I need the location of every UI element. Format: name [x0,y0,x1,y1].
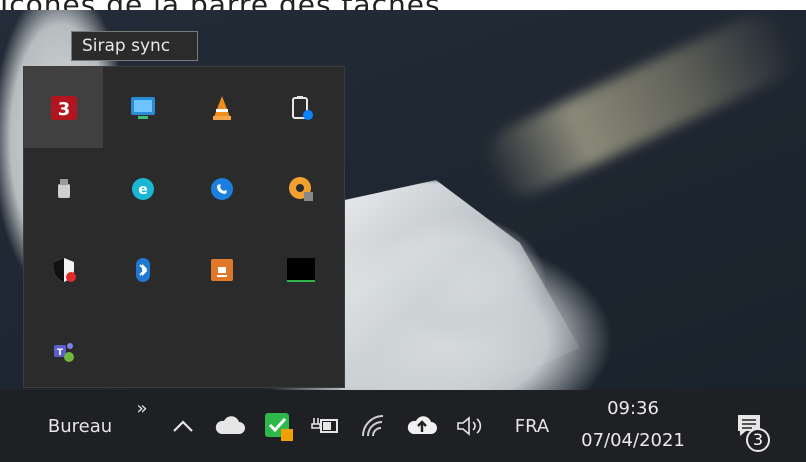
edge-e-icon: e [131,177,154,200]
input-language-label: FRA [514,415,550,437]
tray-cloud-upload[interactable] [402,390,442,462]
tray-item-bluetooth[interactable] [103,229,182,310]
svg-text:3: 3 [57,99,70,120]
teams-icon: T [53,342,74,362]
java-cup-icon [210,258,233,281]
tray-item-battery-tool[interactable] [261,67,340,148]
tray-item-terminal[interactable] [261,229,340,310]
tray-item-java[interactable] [182,229,261,310]
tray-volume[interactable] [450,390,490,462]
vlc-cone-icon [212,95,231,120]
svg-text:T: T [56,348,63,358]
tray-onedrive[interactable] [210,390,248,462]
tooltip-sirap-sync: Sirap sync [71,31,198,61]
tray-item-edge[interactable]: e [103,148,182,229]
remote-desktop-icon [130,96,155,119]
security-shield-icon [53,257,76,282]
desktop-toolbar-label: Bureau [47,415,113,437]
svg-text:e: e [138,182,148,198]
tray-battery[interactable] [306,390,342,462]
orange-disc-icon [288,176,313,201]
power-plug-battery-icon [311,418,338,433]
toolbar-overflow-button[interactable]: » [130,390,154,426]
wallpaper-snow [340,180,580,390]
tray-network[interactable] [356,390,390,462]
wallpaper-ridge [475,10,805,207]
wifi-icon [362,415,384,437]
cloud-icon [215,416,245,434]
show-hidden-icons-button[interactable] [168,390,198,462]
taskbar-clock[interactable]: 09:36 07/04/2021 [578,390,688,462]
clock-date: 07/04/2021 [581,430,685,451]
hidden-icons-flyout: 3 e T [23,66,345,388]
tray-item-vlc[interactable] [182,67,261,148]
green-check-icon [265,413,293,441]
tray-item-teams[interactable]: T [24,310,103,391]
chevron-up-icon [173,420,193,432]
tray-item-phone-app[interactable] [182,148,261,229]
tray-item-usb-drive[interactable] [24,148,103,229]
battery-clipboard-icon [291,95,313,120]
tray-icon-grid: 3 e T [24,67,340,391]
tray-green-check[interactable] [258,390,298,462]
speaker-icon [457,416,482,436]
overflow-icon: » [136,397,148,419]
tray-item-remote-desktop[interactable] [103,67,182,148]
tray-item-sirap-sync[interactable]: 3 [24,67,103,148]
clock-time: 09:36 [607,398,659,419]
usb-drive-icon [57,178,70,198]
terminal-window-icon [286,257,315,282]
action-center-button[interactable] [724,390,776,462]
input-language-button[interactable]: FRA [502,390,562,462]
sirap-sync-icon: 3 [50,95,77,120]
upload-cloud-icon [407,416,437,434]
circular-phone-icon [210,177,233,200]
taskbar: Bureau » FRA 09:36 07/04/2021 [0,390,806,462]
notification-count-badge: 3 [746,428,770,452]
tray-item-orange-disc[interactable] [261,148,340,229]
bluetooth-icon [135,257,150,282]
tray-item-security[interactable] [24,229,103,310]
desktop-toolbar[interactable]: Bureau [34,390,126,462]
